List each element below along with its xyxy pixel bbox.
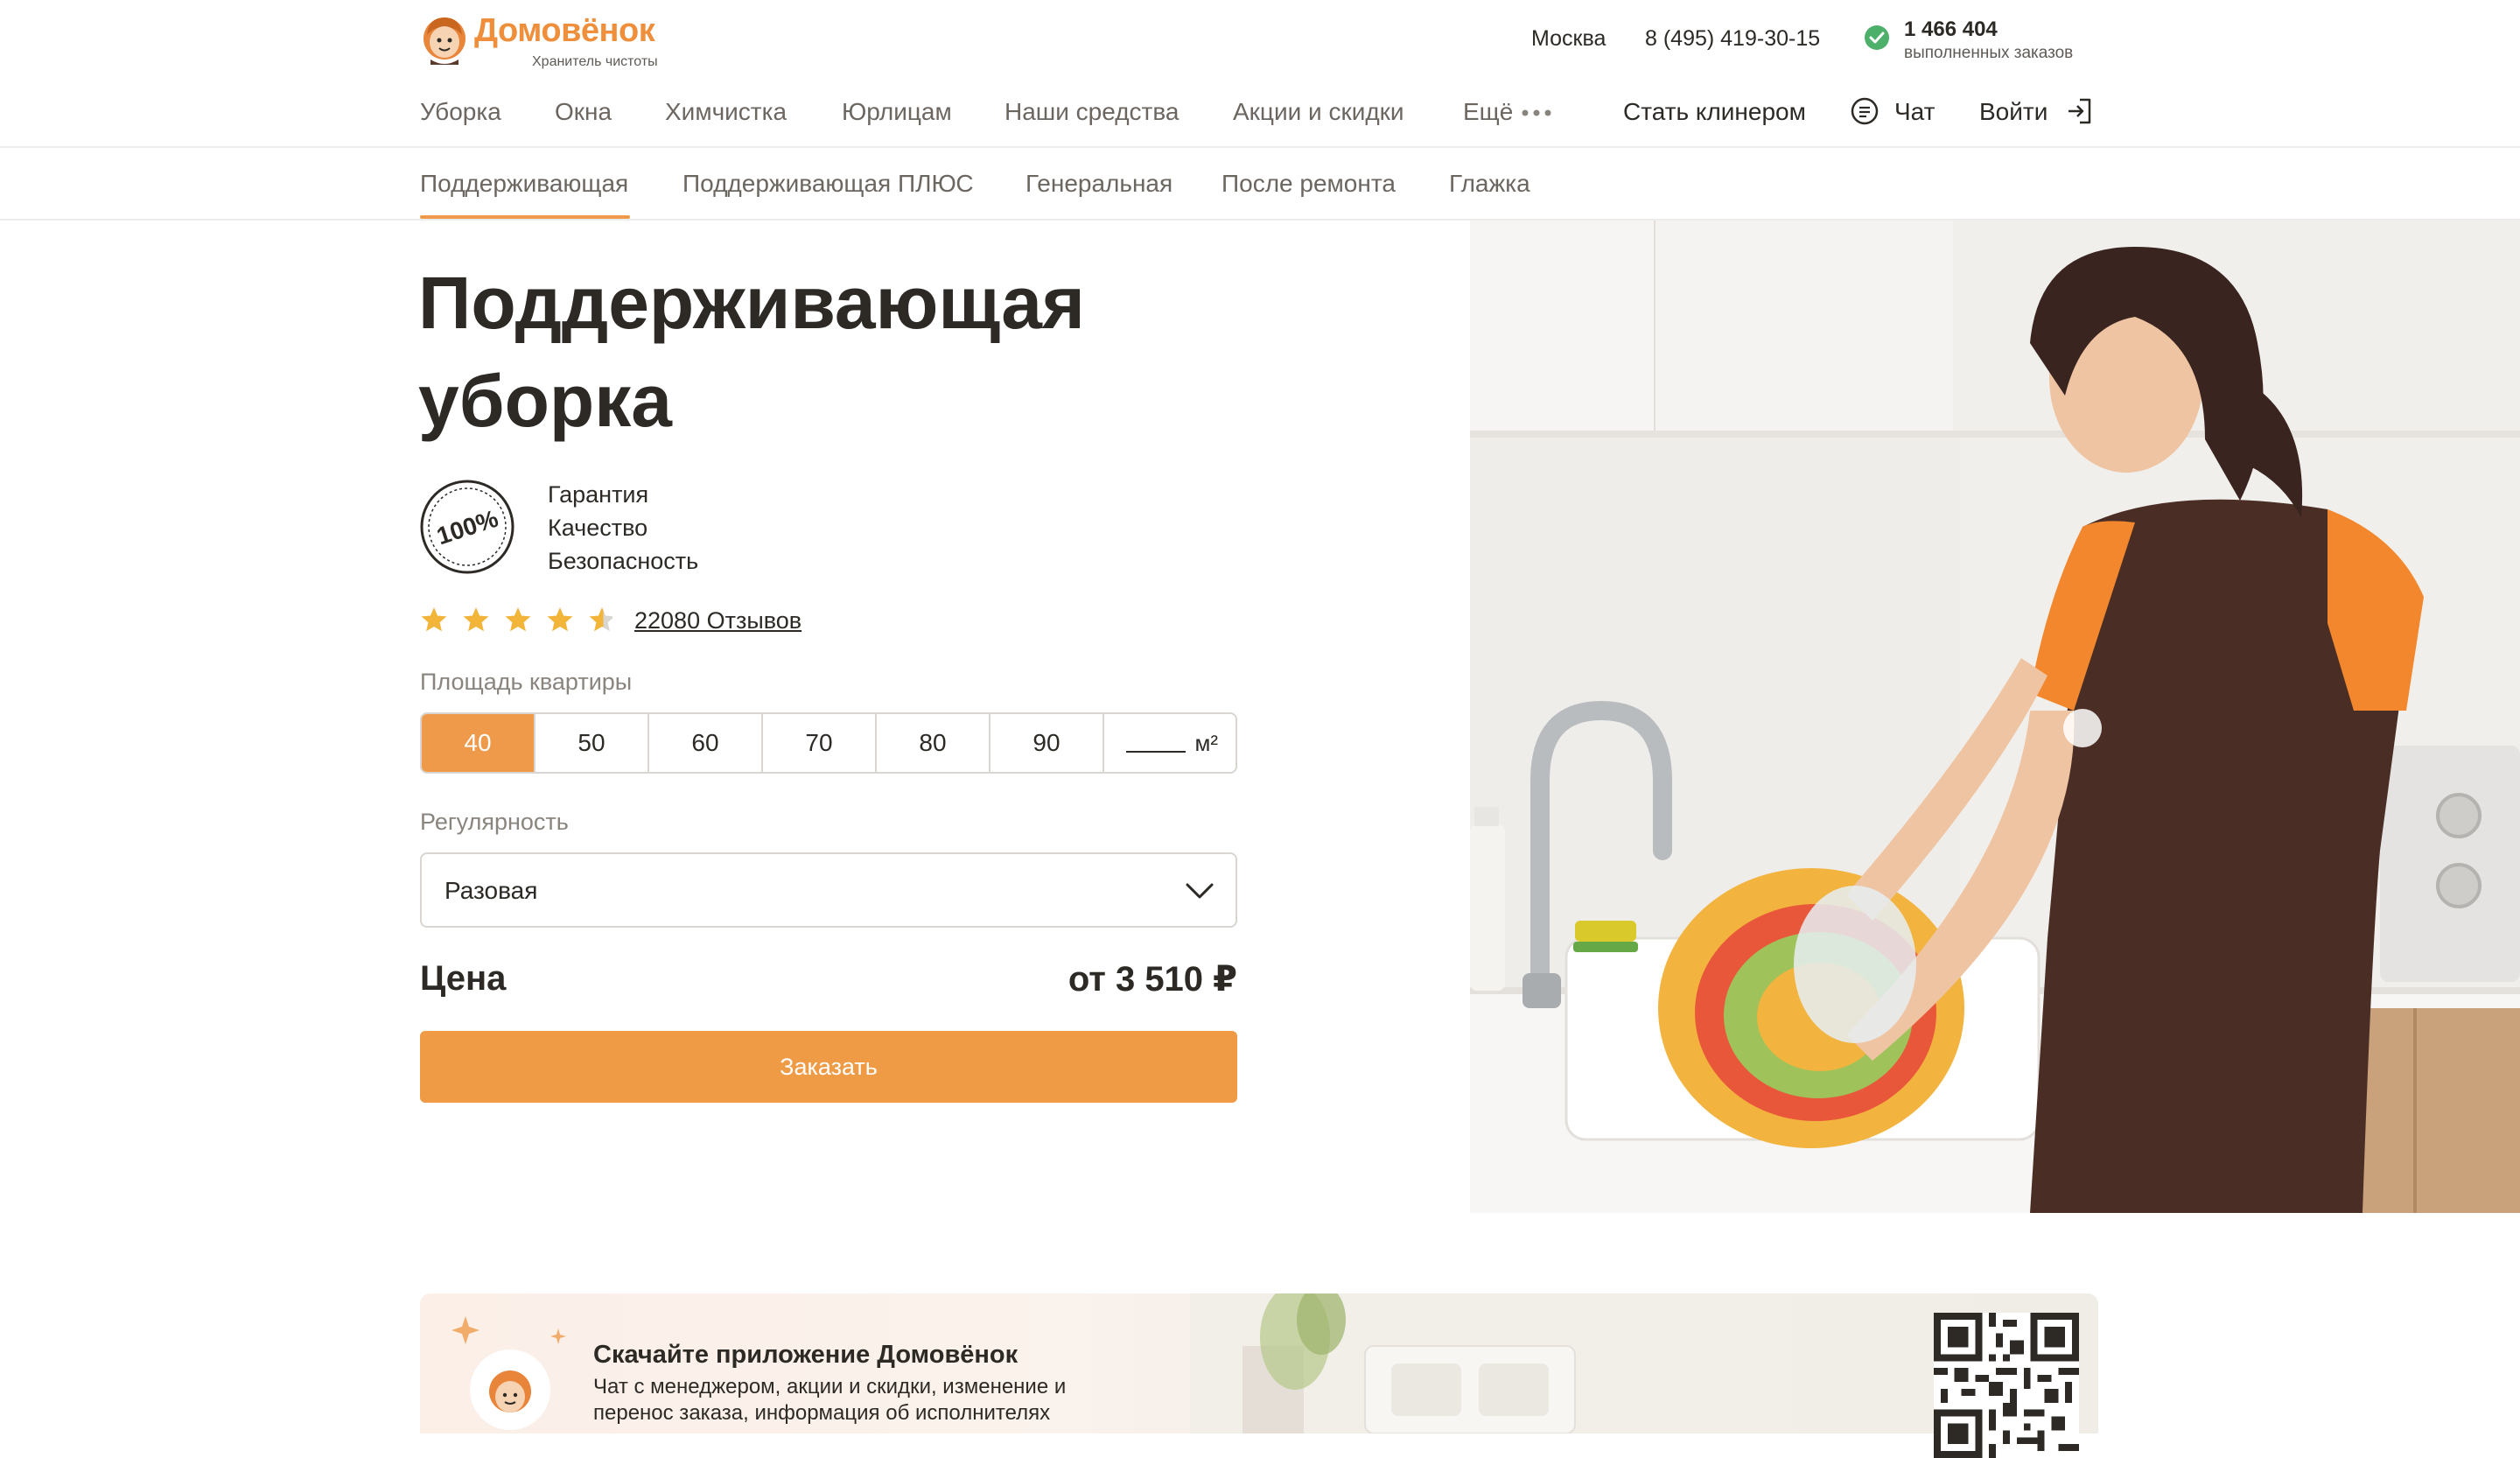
- phone-link[interactable]: 8 (495) 419-30-15: [1645, 26, 1820, 52]
- price-value: от 3 510 ₽: [1068, 960, 1237, 999]
- app-banner-text: Чат с менеджером, акции и скидки, измене…: [593, 1375, 1067, 1425]
- login-icon[interactable]: [2065, 96, 2095, 126]
- feature-safety: Безопасность: [548, 548, 699, 574]
- star-half-icon: [589, 607, 612, 632]
- orders-count: 1 466 404: [1904, 18, 1998, 41]
- tab-after-renovation[interactable]: После ремонта: [1222, 170, 1396, 198]
- orders-counter: 1 466 404 выполненных заказов: [1864, 14, 2109, 67]
- nav-item-drycleaning[interactable]: Химчистка: [665, 98, 787, 130]
- nav-item-business[interactable]: Юрлицам: [842, 98, 952, 130]
- regularity-label: Регулярность: [420, 809, 569, 835]
- regularity-value: Разовая: [444, 877, 538, 904]
- tab-general[interactable]: Генеральная: [1026, 170, 1172, 198]
- reviews-link[interactable]: 22080 Отзывов: [634, 607, 802, 634]
- area-custom-input[interactable]: м²: [1104, 714, 1236, 772]
- page-title: Поддерживающая уборка: [418, 254, 1206, 450]
- become-cleaner-link[interactable]: Стать клинером: [1623, 98, 1806, 126]
- brand-name: Домовёнок: [474, 12, 655, 49]
- area-option-50[interactable]: 50: [536, 714, 649, 772]
- rating-stars: [421, 607, 612, 632]
- star-icon: [421, 607, 447, 632]
- brand-logo[interactable]: Домовёнок Хранитель чистоты: [420, 11, 682, 69]
- nav-item-more[interactable]: Ещё: [1463, 98, 1513, 130]
- price-label: Цена: [420, 959, 507, 998]
- chat-link[interactable]: Чат: [1894, 98, 1935, 126]
- chat-icon[interactable]: [1850, 96, 1880, 126]
- tab-maintenance-plus[interactable]: Поддерживающая ПЛЮС: [682, 170, 974, 198]
- area-option-70[interactable]: 70: [763, 714, 877, 772]
- city-selector[interactable]: Москва: [1531, 26, 1606, 52]
- header-divider: [0, 146, 2520, 148]
- tab-maintenance[interactable]: Поддерживающая: [420, 170, 628, 198]
- feature-guarantee: Гарантия: [548, 481, 649, 508]
- page-title-line1: Поддерживающая: [418, 262, 1085, 344]
- regularity-select[interactable]: Разовая: [420, 852, 1237, 928]
- hero-illustration: [1470, 221, 2520, 1213]
- orders-label: выполненных заказов: [1904, 44, 2074, 62]
- qr-code-icon[interactable]: [1934, 1313, 2079, 1458]
- hero-image: [1470, 221, 2520, 1213]
- area-custom-field[interactable]: [1126, 733, 1186, 753]
- star-icon: [505, 607, 531, 632]
- order-button[interactable]: Заказать: [420, 1031, 1237, 1103]
- area-option-80[interactable]: 80: [877, 714, 990, 772]
- feature-quality: Качество: [548, 515, 648, 541]
- chevron-down-icon: [1186, 883, 1214, 899]
- badge-text: 100%: [433, 505, 501, 550]
- tab-ironing[interactable]: Глажка: [1449, 170, 1530, 198]
- area-unit: м²: [1194, 729, 1218, 756]
- area-option-90[interactable]: 90: [990, 714, 1104, 772]
- login-link[interactable]: Войти: [1979, 98, 2048, 126]
- nav-item-promos[interactable]: Акции и скидки: [1233, 98, 1404, 130]
- page-title-line2: уборка: [418, 360, 672, 442]
- app-banner-title: Скачайте приложение Домовёнок: [593, 1341, 1018, 1369]
- star-icon: [547, 607, 573, 632]
- area-option-40[interactable]: 40: [422, 714, 536, 772]
- nav-item-windows[interactable]: Окна: [555, 98, 612, 130]
- logo-mascot-icon: [424, 18, 466, 65]
- star-icon: [463, 607, 489, 632]
- app-mascot-icon: [470, 1349, 550, 1430]
- nav-item-products[interactable]: Наши средства: [1004, 98, 1180, 130]
- nav-item-cleaning[interactable]: Уборка: [420, 98, 501, 130]
- check-circle-icon: [1865, 25, 1889, 50]
- guarantee-badge-icon: 100%: [420, 480, 514, 574]
- area-label: Площадь квартиры: [420, 669, 633, 695]
- area-selector: 40 50 60 70 80 90 м²: [420, 712, 1237, 774]
- more-dots-icon[interactable]: [1521, 100, 1552, 126]
- brand-tagline: Хранитель чистоты: [532, 54, 658, 69]
- area-option-60[interactable]: 60: [649, 714, 763, 772]
